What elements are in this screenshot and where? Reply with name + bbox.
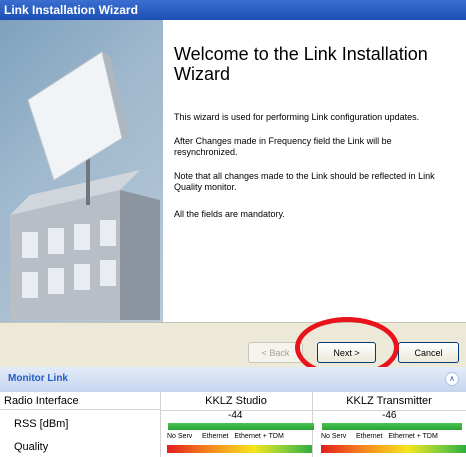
monitor-link-title: Monitor Link: [8, 373, 68, 384]
quality-label: Quality: [14, 441, 49, 453]
column-divider: [160, 392, 161, 457]
wizard-heading: Welcome to the Link Installation Wizard: [174, 44, 428, 84]
rss-value-transmitter: -46: [382, 410, 397, 421]
quality-scale-transmitter: No Serv Ethernet Ethernet + TDM: [321, 433, 438, 440]
header-kklz-studio: KKLZ Studio: [160, 392, 312, 411]
cancel-button[interactable]: Cancel: [398, 342, 459, 363]
quality-scale-ethernet-tdm: Ethernet + TDM: [388, 433, 438, 440]
wizard-page: Welcome to the Link Installation Wizard …: [0, 20, 466, 322]
quality-scale-studio: No Serv Ethernet Ethernet + TDM: [167, 433, 284, 440]
quality-bar-transmitter: [321, 445, 466, 453]
monitor-link-header: Monitor Link ∧: [0, 367, 466, 392]
header-kklz-transmitter: KKLZ Transmitter: [312, 392, 466, 411]
quality-scale-ethernet: Ethernet: [356, 433, 383, 440]
wizard-paragraph-3: Note that all changes made to the Link s…: [174, 171, 435, 192]
wizard-paragraph-4: All the fields are mandatory.: [174, 209, 285, 219]
wizard-side-illustration: [0, 20, 163, 322]
building-side-shape: [120, 190, 160, 320]
wizard-paragraph-2: After Changes made in Frequency field th…: [174, 136, 392, 157]
quality-scale-no-serv: No Serv: [321, 433, 347, 440]
monitor-link-table: Radio Interface KKLZ Studio KKLZ Transmi…: [0, 392, 466, 457]
rss-label: RSS [dBm]: [14, 418, 69, 430]
quality-scale-ethernet-tdm: Ethernet + TDM: [234, 433, 284, 440]
header-radio-interface: Radio Interface: [0, 392, 160, 410]
rss-value-studio: -44: [228, 410, 243, 421]
quality-scale-ethernet: Ethernet: [202, 433, 229, 440]
rss-bar-transmitter: [322, 423, 462, 430]
quality-scale-no-serv: No Serv: [167, 433, 193, 440]
wizard-content: Welcome to the Link Installation Wizard …: [174, 20, 460, 219]
quality-bar-studio: [167, 445, 312, 453]
window-title: Link Installation Wizard: [4, 3, 138, 17]
rss-bar-studio: [168, 423, 314, 430]
wizard-paragraph-1: This wizard is used for performing Link …: [174, 112, 420, 122]
collapse-chevron-icon[interactable]: ∧: [445, 372, 459, 386]
antenna-building-illustration: [10, 51, 160, 320]
window-title-bar: Link Installation Wizard: [0, 0, 466, 20]
